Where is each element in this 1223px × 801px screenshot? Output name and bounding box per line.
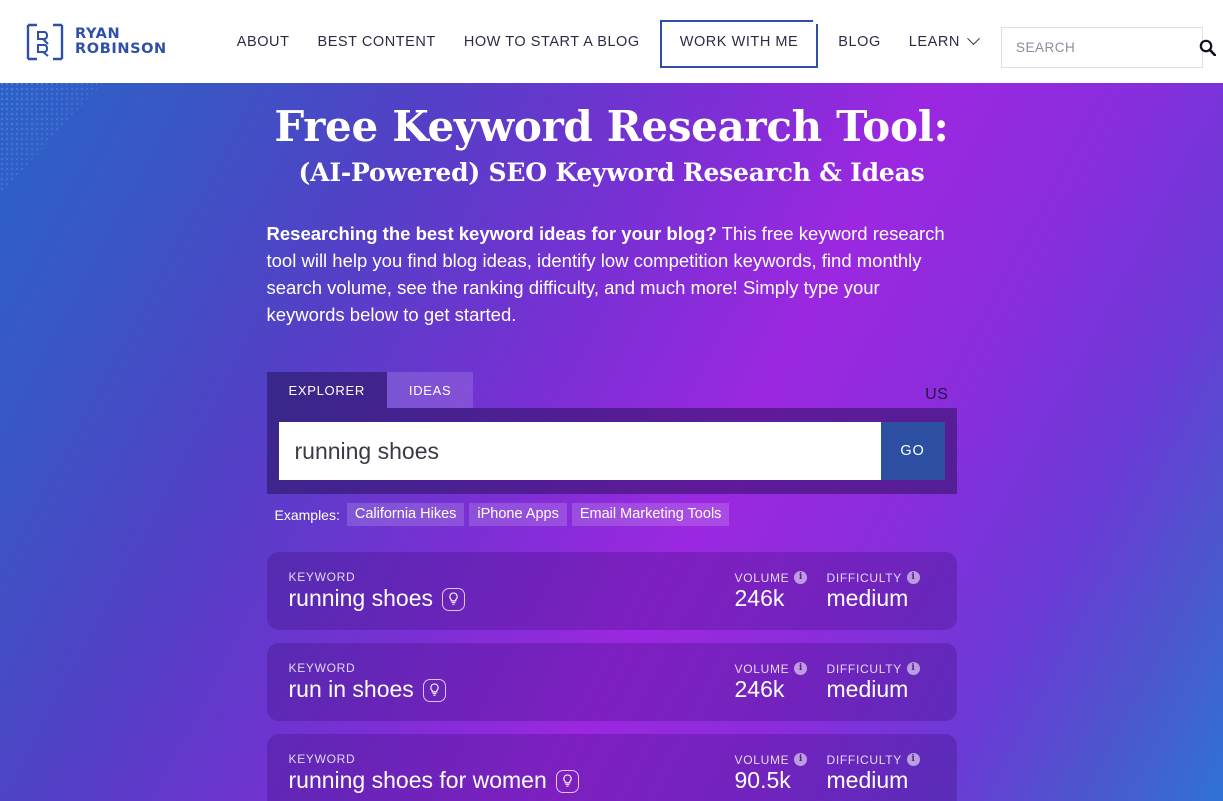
nav-item-best-content[interactable]: BEST CONTENT: [303, 26, 449, 58]
difficulty-column-label: DIFFICULTY: [826, 752, 902, 767]
difficulty-column-head: DIFFICULTY i: [827, 662, 935, 676]
nav-item-about[interactable]: ABOUT: [223, 26, 304, 58]
result-volume-cell: VOLUME i 90.5k: [735, 753, 827, 793]
result-keyword: running shoes for women: [288, 767, 547, 794]
nav-item-learn[interactable]: LEARN: [895, 26, 992, 58]
keyword-tool: EXPLORER IDEAS US GO Examples: Californi…: [266, 372, 957, 801]
info-icon[interactable]: i: [794, 571, 808, 585]
chevron-down-icon: [967, 32, 980, 46]
ryan-robinson-monogram-icon: [26, 23, 64, 61]
result-difficulty-cell: DIFFICULTY i medium: [827, 571, 935, 611]
info-icon[interactable]: i: [906, 571, 920, 585]
go-button[interactable]: GO: [880, 422, 945, 481]
lightbulb-icon[interactable]: [555, 769, 579, 793]
keyword-search-panel: GO: [266, 408, 957, 495]
result-keyword-cell: KEYWORD run in shoes: [289, 661, 735, 702]
result-difficulty-cell: DIFFICULTY i medium: [827, 753, 935, 793]
keyword-line: run in shoes: [289, 677, 735, 702]
logo-line-1: RYAN: [75, 25, 121, 42]
keyword-column-label: KEYWORD: [288, 752, 356, 767]
header-search[interactable]: [1001, 27, 1216, 68]
lightbulb-icon[interactable]: [422, 678, 446, 702]
keyword-search-row: GO: [278, 422, 945, 481]
result-difficulty: medium: [826, 675, 909, 702]
example-chip-california-hikes[interactable]: California Hikes: [346, 503, 465, 527]
result-keyword: running shoes: [288, 585, 434, 612]
examples-row: Examples: California Hikes iPhone Apps E…: [267, 503, 957, 527]
nav-item-how-to-start-a-blog[interactable]: HOW TO START A BLOG: [450, 26, 654, 58]
page-title: Free Keyword Research Tool:: [274, 102, 949, 151]
search-input[interactable]: [1002, 40, 1193, 55]
lightbulb-icon[interactable]: [442, 587, 465, 611]
example-chip-email-marketing-tools[interactable]: Email Marketing Tools: [571, 503, 730, 527]
volume-column-label: VOLUME: [734, 570, 790, 585]
result-keyword-cell: KEYWORD running shoes: [289, 570, 735, 611]
main-nav: ABOUT BEST CONTENT HOW TO START A BLOG W…: [223, 18, 992, 68]
result-volume: 246k: [734, 584, 785, 611]
search-icon: [1199, 39, 1216, 56]
site-header: RYAN ROBINSON ABOUT BEST CONTENT HOW TO …: [0, 0, 1223, 83]
keyword-line: running shoes for women: [289, 768, 735, 793]
logo-wordmark: RYAN ROBINSON: [75, 25, 167, 57]
difficulty-column-head: DIFFICULTY i: [827, 571, 935, 585]
result-volume: 246k: [734, 675, 785, 702]
region-selector[interactable]: US: [925, 386, 948, 404]
result-difficulty-cell: DIFFICULTY i medium: [827, 662, 935, 702]
info-icon[interactable]: i: [794, 753, 808, 767]
tab-explorer[interactable]: EXPLORER: [266, 372, 387, 409]
site-logo[interactable]: RYAN ROBINSON: [26, 23, 167, 61]
hero-section: Free Keyword Research Tool: (AI-Powered)…: [0, 83, 1223, 801]
example-chip-iphone-apps[interactable]: iPhone Apps: [469, 503, 567, 527]
tab-ideas[interactable]: IDEAS: [386, 372, 474, 409]
volume-column-head: VOLUME i: [735, 753, 827, 767]
page-subtitle: (AI-Powered) SEO Keyword Research & Idea…: [298, 158, 925, 188]
search-submit-button[interactable]: [1193, 39, 1223, 56]
hero-description-lead: Researching the best keyword ideas for y…: [266, 223, 717, 245]
examples-label: Examples:: [274, 506, 340, 523]
tool-tabs: EXPLORER IDEAS US: [266, 372, 957, 409]
info-icon[interactable]: i: [906, 662, 920, 676]
info-icon[interactable]: i: [906, 753, 920, 767]
nav-item-learn-label: LEARN: [908, 33, 960, 50]
difficulty-column-head: DIFFICULTY i: [827, 753, 935, 767]
result-volume-cell: VOLUME i 246k: [735, 662, 827, 702]
result-volume-cell: VOLUME i 246k: [735, 571, 827, 611]
keyword-line: running shoes: [289, 586, 735, 611]
info-icon[interactable]: i: [794, 662, 808, 676]
keyword-input[interactable]: [278, 422, 881, 481]
results-list: KEYWORD running shoes VOLUME i 246k DIFF…: [266, 552, 957, 801]
keyword-column-label: KEYWORD: [288, 661, 356, 676]
volume-column-label: VOLUME: [734, 661, 790, 676]
volume-column-label: VOLUME: [734, 752, 790, 767]
result-difficulty: medium: [826, 766, 909, 793]
result-difficulty: medium: [826, 584, 909, 611]
result-keyword: run in shoes: [288, 676, 414, 703]
difficulty-column-label: DIFFICULTY: [826, 661, 902, 676]
hero-description: Researching the best keyword ideas for y…: [267, 220, 957, 328]
table-row[interactable]: KEYWORD running shoes for women VOLUME i…: [266, 734, 957, 801]
table-row[interactable]: KEYWORD running shoes VOLUME i 246k DIFF…: [266, 552, 957, 631]
result-volume: 90.5k: [734, 766, 791, 793]
nav-item-blog[interactable]: BLOG: [824, 26, 895, 58]
volume-column-head: VOLUME i: [735, 571, 827, 585]
result-keyword-cell: KEYWORD running shoes for women: [289, 752, 735, 793]
volume-column-head: VOLUME i: [735, 662, 827, 676]
keyword-column-label: KEYWORD: [288, 570, 356, 585]
difficulty-column-label: DIFFICULTY: [826, 570, 902, 585]
table-row[interactable]: KEYWORD run in shoes VOLUME i 246k DIFFI…: [266, 643, 957, 722]
hero-content: Free Keyword Research Tool: (AI-Powered)…: [266, 83, 957, 801]
halftone-dots-decoration: [0, 83, 110, 207]
logo-line-2: ROBINSON: [75, 40, 167, 57]
nav-item-work-with-me[interactable]: WORK WITH ME: [659, 18, 819, 68]
